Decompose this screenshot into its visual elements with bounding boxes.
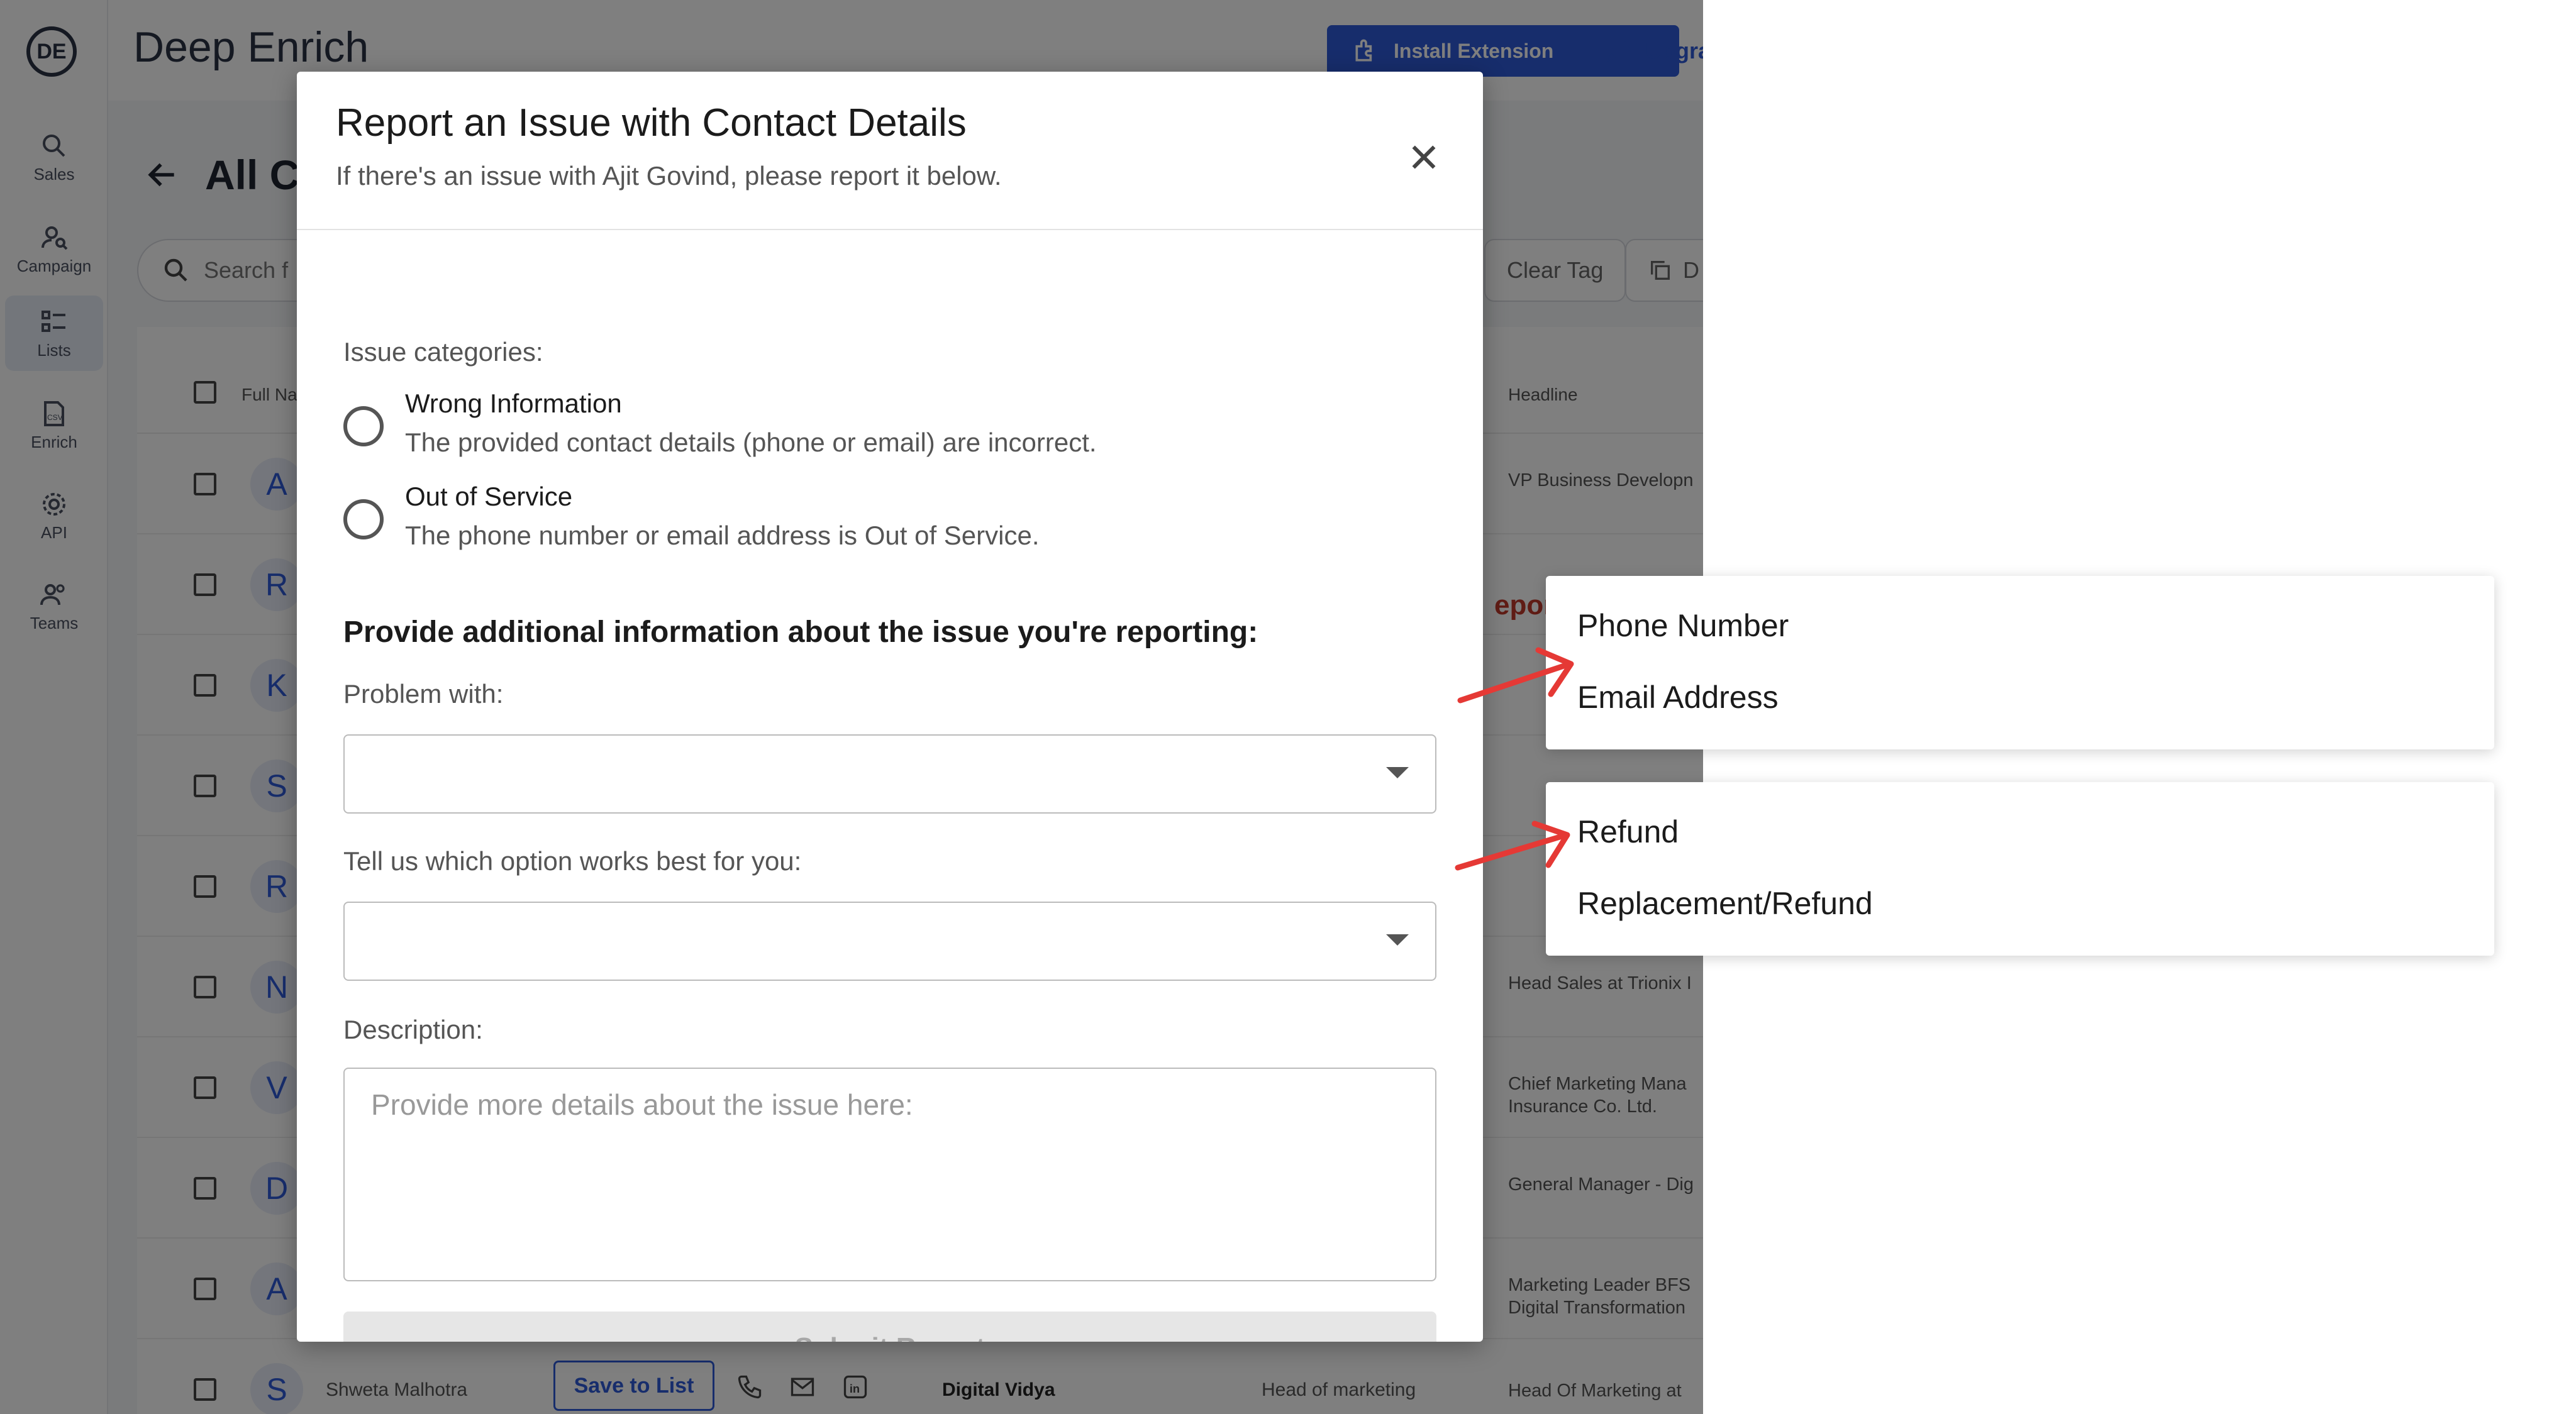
report-issue-dialog: Report an Issue with Contact Details If … — [297, 72, 1483, 1342]
issue-categories-label: Issue categories: — [343, 337, 543, 367]
option-replacement-refund[interactable]: Replacement/Refund — [1577, 885, 1873, 922]
close-button[interactable] — [1394, 127, 1454, 187]
option-description: The phone number or email address is Out… — [405, 521, 1040, 550]
radio-out-of-service[interactable] — [343, 499, 384, 539]
description-label: Description: — [343, 1015, 483, 1044]
dialog-subtitle: If there's an issue with Ajit Govind, pl… — [336, 161, 1002, 191]
description-textarea[interactable]: Provide more details about the issue her… — [343, 1068, 1436, 1281]
option-title: Wrong Information — [405, 389, 622, 418]
preferred-option-select[interactable] — [343, 902, 1436, 981]
additional-info-heading: Provide additional information about the… — [343, 616, 1258, 649]
dropdown-caret-icon — [1386, 767, 1409, 778]
preferred-option-label: Tell us which option works best for you: — [343, 846, 802, 876]
option-email-address[interactable]: Email Address — [1577, 679, 1779, 715]
problem-with-label: Problem with: — [343, 679, 504, 709]
resolution-options-callout: Refund Replacement/Refund — [1546, 782, 2494, 956]
option-refund[interactable]: Refund — [1577, 814, 1679, 850]
radio-wrong-information[interactable] — [343, 406, 384, 446]
option-title: Out of Service — [405, 482, 573, 511]
description-placeholder: Provide more details about the issue her… — [371, 1088, 913, 1121]
option-phone-number[interactable]: Phone Number — [1577, 607, 1789, 644]
option-description: The provided contact details (phone or e… — [405, 428, 1097, 457]
problem-with-select[interactable] — [343, 734, 1436, 814]
dialog-title: Report an Issue with Contact Details — [336, 101, 967, 145]
dropdown-caret-icon — [1386, 934, 1409, 946]
close-icon — [1412, 145, 1436, 169]
dialog-header: Report an Issue with Contact Details If … — [297, 72, 1483, 230]
submit-report-button[interactable]: Submit Report — [343, 1312, 1436, 1342]
problem-options-callout: Phone Number Email Address — [1546, 576, 2494, 749]
